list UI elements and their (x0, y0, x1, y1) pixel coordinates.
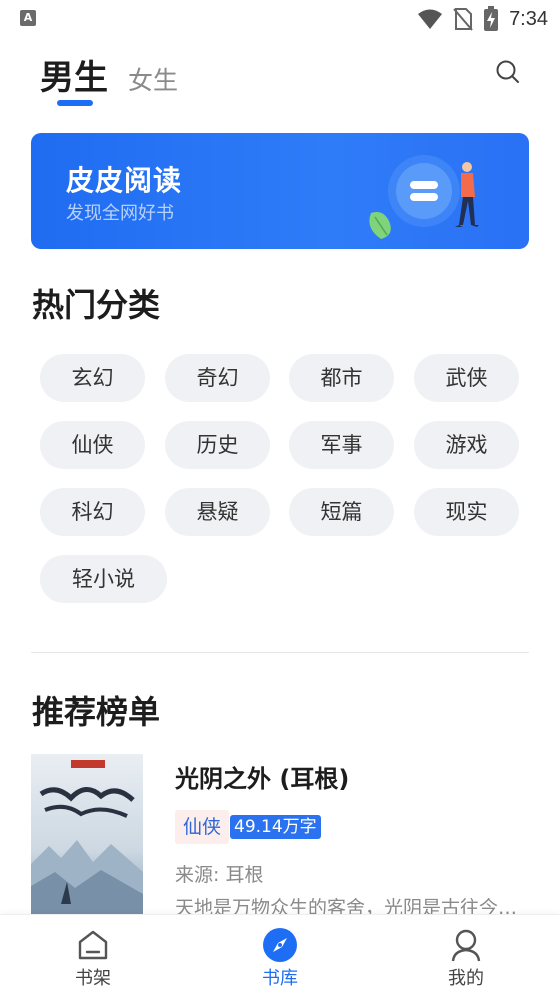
promo-banner[interactable]: 皮皮阅读 发现全网好书 (31, 133, 529, 249)
search-icon[interactable] (494, 58, 522, 86)
hot-categories-title: 热门分类 (32, 286, 161, 324)
category-chip[interactable]: 军事 (289, 421, 394, 469)
category-chip[interactable]: 现实 (414, 488, 519, 536)
category-chip[interactable]: 游戏 (414, 421, 519, 469)
category-chip[interactable]: 玄幻 (40, 354, 145, 402)
category-chip[interactable]: 奇幻 (165, 354, 270, 402)
no-sim-icon (453, 8, 473, 31)
category-chip[interactable]: 短篇 (289, 488, 394, 536)
status-bar: A 7:34 (0, 0, 560, 38)
nav-library[interactable]: 书库 (220, 915, 340, 996)
book-cover-image (31, 754, 143, 914)
category-chip[interactable]: 科幻 (40, 488, 145, 536)
battery-charging-icon (484, 6, 499, 31)
nav-profile[interactable]: 我的 (406, 915, 526, 996)
category-chip[interactable]: 都市 (289, 354, 394, 402)
person-icon (451, 929, 481, 962)
clock: 7:34 (509, 7, 548, 30)
gender-tabs: 男生 女生 (40, 50, 178, 99)
book-source: 来源: 耳根 (175, 864, 264, 886)
banner-subtitle: 发现全网好书 (66, 203, 174, 224)
category-chip[interactable]: 历史 (165, 421, 270, 469)
recommend-title: 推荐榜单 (32, 693, 161, 731)
compass-icon (263, 928, 297, 962)
category-chip[interactable]: 轻小说 (40, 555, 167, 603)
tab-male[interactable]: 男生 (40, 50, 108, 99)
category-chip[interactable]: 悬疑 (165, 488, 270, 536)
banner-title: 皮皮阅读 (66, 164, 183, 197)
status-icons: 7:34 (417, 6, 548, 32)
nav-library-label: 书库 (262, 968, 298, 989)
wifi-icon (418, 9, 443, 29)
nav-profile-label: 我的 (448, 968, 484, 989)
book-wordcount-badge: 49.14万字 (230, 815, 321, 839)
bookshelf-home-icon (78, 930, 108, 960)
category-chip[interactable]: 仙侠 (40, 421, 145, 469)
book-title: 光阴之外 (耳根) (175, 765, 350, 793)
book-genre-tag: 仙侠 (175, 810, 230, 844)
banner-illustration (369, 155, 479, 239)
app-notification-icon: A (20, 10, 36, 26)
section-divider (31, 652, 529, 653)
tab-female[interactable]: 女生 (128, 61, 178, 97)
category-chip[interactable]: 武侠 (414, 354, 519, 402)
bottom-navigation: 书架 书库 我的 (0, 914, 560, 996)
nav-bookshelf[interactable]: 书架 (33, 915, 153, 996)
tab-indicator (57, 100, 93, 106)
nav-bookshelf-label: 书架 (75, 968, 111, 989)
